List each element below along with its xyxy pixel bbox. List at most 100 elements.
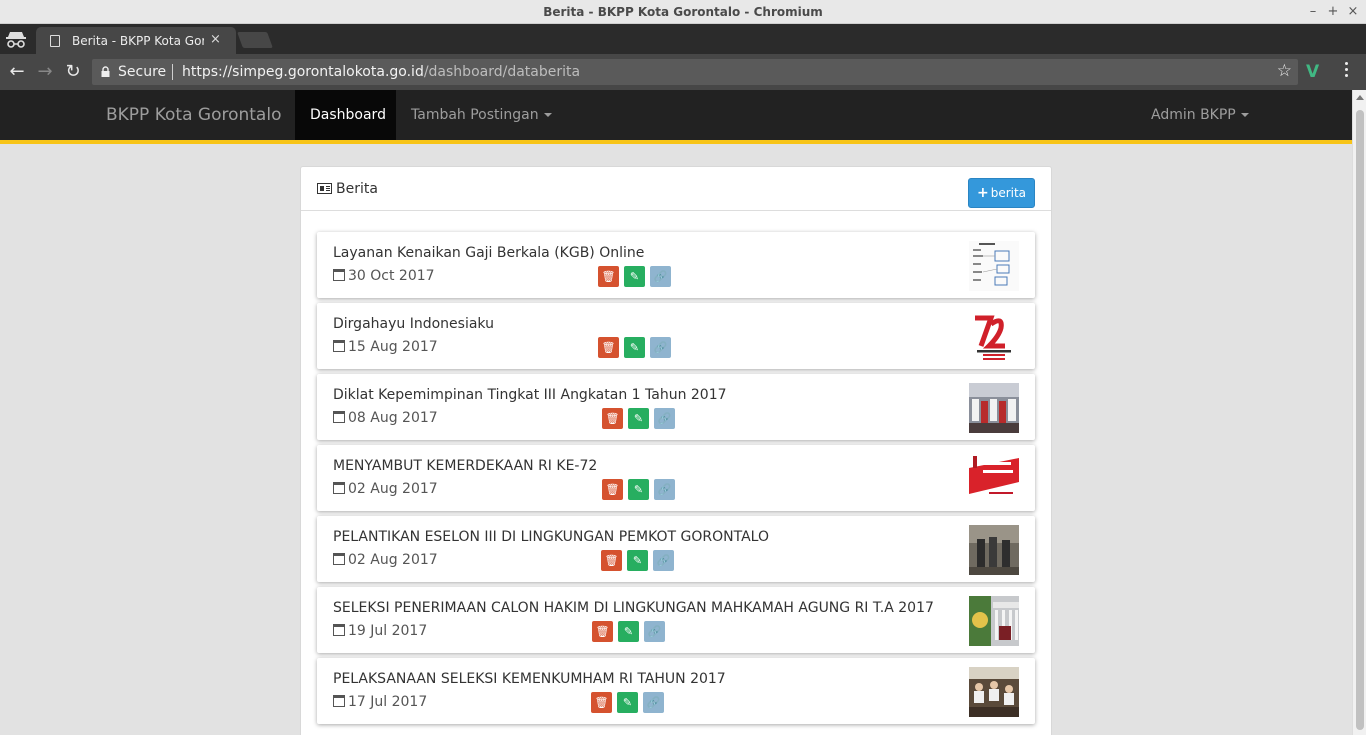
news-item: PELAKSANAAN SELEKSI KEMENKUMHAM RI TAHUN… — [317, 658, 1035, 724]
page-icon — [50, 35, 60, 47]
scroll-up-icon[interactable] — [1356, 95, 1364, 100]
news-thumbnail[interactable] — [969, 383, 1019, 433]
news-thumbnail[interactable] — [969, 241, 1019, 291]
news-title: SELEKSI PENERIMAAN CALON HAKIM DI LINGKU… — [333, 600, 934, 616]
news-date-text: 17 Jul 2017 — [348, 694, 428, 710]
maximize-icon[interactable]: + — [1324, 3, 1342, 21]
edit-button[interactable]: ✎ — [617, 692, 638, 713]
reload-icon[interactable]: ↻ — [62, 61, 84, 83]
delete-button[interactable]: 🗑 — [602, 408, 623, 429]
nav-tambah-postingan[interactable]: Tambah Postingan — [411, 107, 552, 123]
calendar-icon — [333, 411, 345, 423]
caret-down-icon — [543, 113, 552, 117]
news-date-text: 15 Aug 2017 — [348, 339, 438, 355]
url-text[interactable]: https://simpeg.gorontalokota.go.id/dashb… — [182, 64, 580, 80]
tab-close-icon[interactable]: × — [210, 32, 221, 47]
add-berita-label: berita — [990, 186, 1027, 200]
news-date: 17 Jul 2017 — [333, 694, 427, 710]
delete-button[interactable]: 🗑 — [591, 692, 612, 713]
news-title: Layanan Kenaikan Gaji Berkala (KGB) Onli… — [333, 245, 645, 261]
calendar-icon — [333, 695, 345, 707]
berita-panel: Berita + berita Layanan Kenaikan Gaji Ber… — [300, 166, 1052, 735]
delete-button[interactable]: 🗑 — [598, 266, 619, 287]
nav-admin-label: Admin BKPP — [1151, 107, 1236, 123]
nav-admin-menu[interactable]: Admin BKPP — [1151, 107, 1249, 123]
news-thumbnail[interactable] — [969, 596, 1019, 646]
link-button[interactable]: 🔗 — [654, 479, 675, 500]
edit-button[interactable]: ✎ — [628, 408, 649, 429]
edit-button[interactable]: ✎ — [624, 337, 645, 358]
link-button[interactable]: 🔗 — [654, 408, 675, 429]
news-date: 19 Jul 2017 — [333, 623, 427, 639]
url-path: /dashboard/databerita — [423, 64, 581, 80]
forward-arrow-icon[interactable]: → — [34, 61, 56, 83]
news-item: Layanan Kenaikan Gaji Berkala (KGB) Onli… — [317, 232, 1035, 298]
tab-title: Berita - BKPP Kota Goro — [72, 34, 204, 48]
incognito-icon — [6, 32, 26, 48]
news-date: 02 Aug 2017 — [333, 481, 438, 497]
news-date-text: 02 Aug 2017 — [348, 481, 438, 497]
edit-button[interactable]: ✎ — [624, 266, 645, 287]
delete-button[interactable]: 🗑 — [592, 621, 613, 642]
page-scrollbar[interactable] — [1352, 90, 1366, 735]
nav-dashboard[interactable]: Dashboard — [295, 90, 396, 140]
scrollbar-thumb[interactable] — [1356, 110, 1364, 730]
news-thumbnail[interactable] — [969, 667, 1019, 717]
secure-label: Secure — [118, 64, 167, 80]
browser-menu-icon[interactable] — [1344, 62, 1350, 82]
news-thumbnail[interactable] — [969, 525, 1019, 575]
news-title: Dirgahayu Indonesiaku — [333, 316, 494, 332]
delete-button[interactable]: 🗑 — [598, 337, 619, 358]
calendar-icon — [333, 624, 345, 636]
news-title: Diklat Kepemimpinan Tingkat III Angkatan… — [333, 387, 727, 403]
news-date: 30 Oct 2017 — [333, 268, 435, 284]
navbar-accent-bar — [0, 140, 1352, 144]
link-button[interactable]: 🔗 — [650, 266, 671, 287]
edit-button[interactable]: ✎ — [627, 550, 648, 571]
url-host: https://simpeg.gorontalokota.go.id — [182, 64, 424, 80]
new-tab-button[interactable] — [237, 32, 273, 48]
link-button[interactable]: 🔗 — [644, 621, 665, 642]
window-titlebar: Berita - BKPP Kota Gorontalo - Chromium … — [0, 0, 1366, 24]
calendar-icon — [333, 553, 345, 565]
address-bar[interactable]: Secure https://simpeg.gorontalokota.go.i… — [92, 59, 1298, 85]
panel-title: Berita — [317, 181, 378, 197]
back-arrow-icon[interactable]: ← — [6, 61, 28, 83]
news-date: 08 Aug 2017 — [333, 410, 438, 426]
bookmark-star-icon[interactable]: ☆ — [1277, 61, 1292, 81]
calendar-icon — [333, 269, 345, 281]
news-date: 02 Aug 2017 — [333, 552, 438, 568]
nav-tambah-label: Tambah Postingan — [411, 107, 539, 123]
calendar-icon — [333, 482, 345, 494]
window-title: Berita - BKPP Kota Gorontalo - Chromium — [543, 5, 823, 19]
browser-tab[interactable]: Berita - BKPP Kota Goro × — [36, 27, 236, 54]
delete-button[interactable]: 🗑 — [602, 479, 623, 500]
link-button[interactable]: 🔗 — [643, 692, 664, 713]
link-button[interactable]: 🔗 — [650, 337, 671, 358]
app-navbar: BKPP Kota Gorontalo Dashboard Tambah Pos… — [0, 90, 1352, 140]
brand-link[interactable]: BKPP Kota Gorontalo — [106, 105, 281, 125]
address-separator — [172, 64, 173, 80]
news-item: PELANTIKAN ESELON III DI LINGKUNGAN PEMK… — [317, 516, 1035, 582]
news-thumbnail[interactable] — [969, 312, 1019, 362]
news-item: SELEKSI PENERIMAAN CALON HAKIM DI LINGKU… — [317, 587, 1035, 653]
close-window-icon[interactable]: × — [1344, 3, 1362, 21]
calendar-icon — [333, 340, 345, 352]
news-date-text: 30 Oct 2017 — [348, 268, 435, 284]
delete-button[interactable]: 🗑 — [601, 550, 622, 571]
news-date-text: 02 Aug 2017 — [348, 552, 438, 568]
newspaper-icon — [317, 183, 332, 194]
news-item: MENYAMBUT KEMERDEKAAN RI KE-72 02 Aug 20… — [317, 445, 1035, 511]
news-item: Dirgahayu Indonesiaku 15 Aug 2017 🗑 ✎ 🔗 — [317, 303, 1035, 369]
vue-devtools-icon[interactable]: V — [1306, 62, 1319, 82]
news-date-text: 19 Jul 2017 — [348, 623, 428, 639]
panel-header: Berita + berita — [301, 167, 1051, 211]
browser-toolbar: ← → ↻ Secure https://simpeg.gorontalokot… — [0, 54, 1366, 90]
link-button[interactable]: 🔗 — [653, 550, 674, 571]
edit-button[interactable]: ✎ — [628, 479, 649, 500]
add-berita-button[interactable]: + berita — [968, 178, 1035, 208]
minimize-icon[interactable]: – — [1304, 3, 1322, 21]
plus-icon: + — [976, 185, 989, 201]
news-thumbnail[interactable] — [969, 454, 1019, 504]
edit-button[interactable]: ✎ — [618, 621, 639, 642]
